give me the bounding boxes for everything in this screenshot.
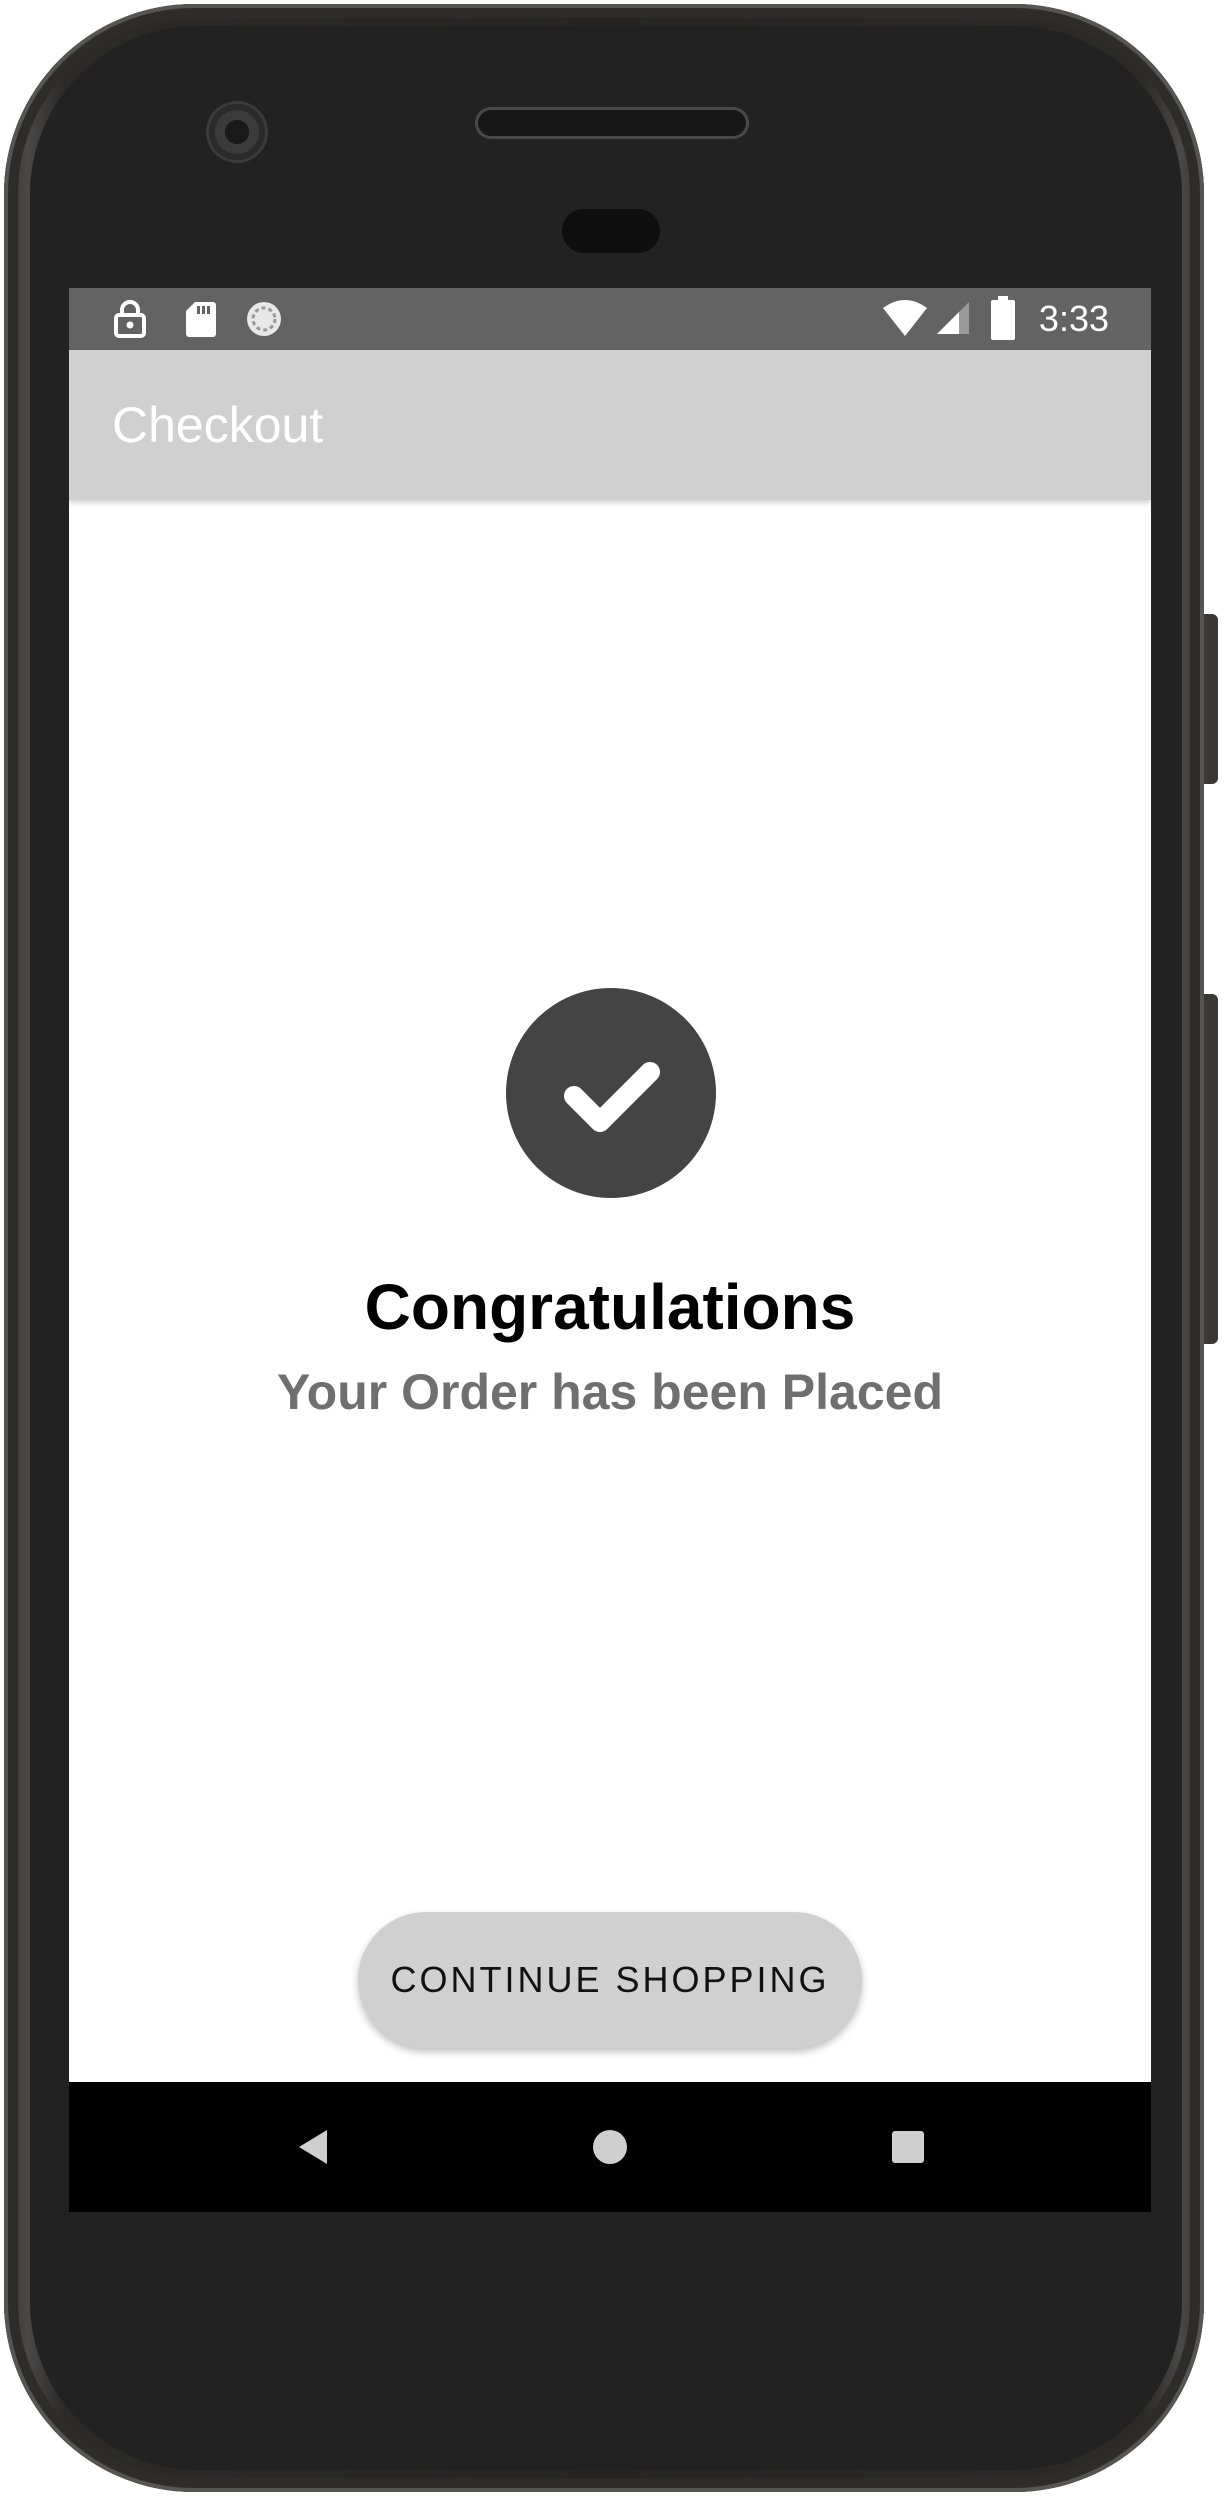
front-camera <box>209 104 265 160</box>
status-time: 3:33 <box>1038 298 1109 339</box>
home-icon[interactable] <box>580 2117 640 2177</box>
screen: 3:33 Checkout Congratulations Your Order… <box>69 288 1151 2212</box>
app-title: Checkout <box>112 397 324 453</box>
sd-card-icon <box>185 300 217 343</box>
back-icon[interactable] <box>283 2117 343 2177</box>
battery-icon <box>991 296 1015 345</box>
confirmation-message: Your Order has been Placed <box>277 1364 943 1420</box>
power-button <box>1204 614 1218 784</box>
app-bar: Checkout <box>69 350 1151 500</box>
status-bar: 3:33 <box>69 288 1151 350</box>
continue-shopping-button[interactable]: CONTINUE SHOPPING <box>358 1912 862 2048</box>
volume-button <box>1204 994 1218 1344</box>
signal-icon <box>935 300 971 341</box>
lock-icon <box>113 300 147 343</box>
phone-frame: 3:33 Checkout Congratulations Your Order… <box>4 4 1218 2492</box>
sync-icon <box>245 300 283 343</box>
earpiece-speaker <box>478 110 746 136</box>
proximity-sensor <box>562 209 660 253</box>
wifi-icon <box>881 298 929 343</box>
navigation-bar <box>69 2082 1151 2212</box>
check-circle-icon <box>506 988 716 1198</box>
recents-icon[interactable] <box>878 2117 938 2177</box>
confirmation-headline: Congratulations <box>364 1271 856 1343</box>
